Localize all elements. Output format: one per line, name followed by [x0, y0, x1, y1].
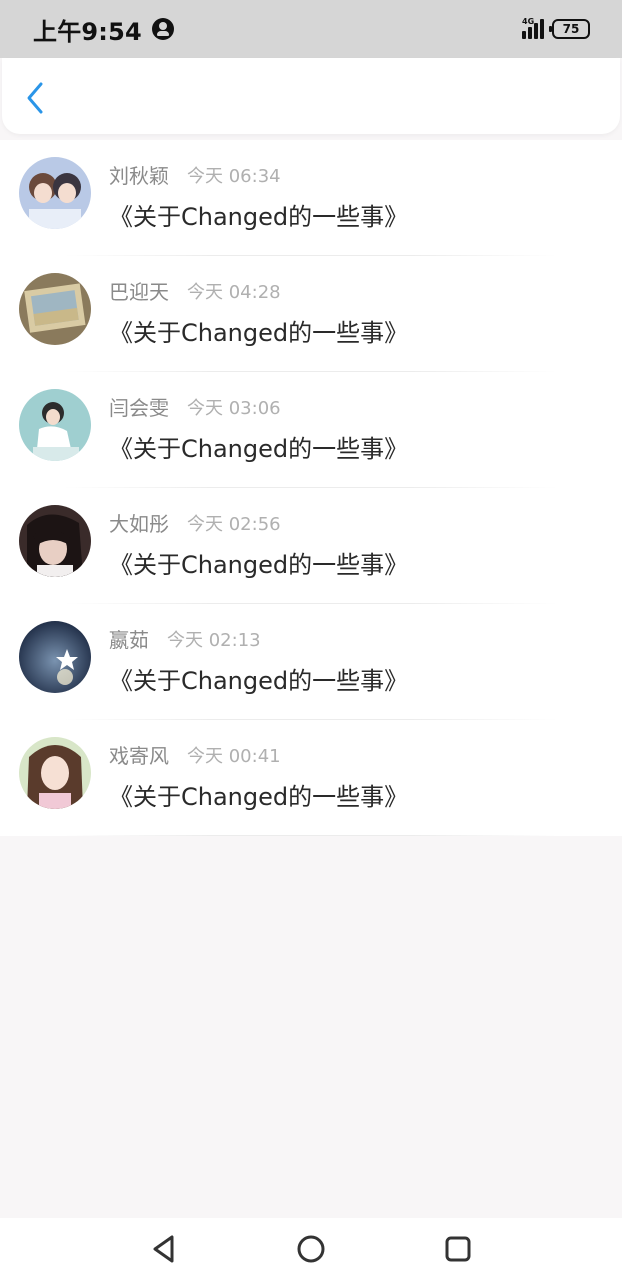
list-item[interactable]: 刘秋颖 今天 06:34 《关于Changed的一些事》 [0, 140, 622, 256]
network-type: 4G [522, 17, 535, 26]
circle-home-icon [297, 1235, 325, 1263]
avatar-image [19, 505, 91, 577]
screen: 上午9:54 4G 75 刘秋颖 今天 06:34 《关于Changed的一些事… [0, 0, 622, 1280]
navigation-bar [0, 1218, 622, 1280]
nav-home-button[interactable] [291, 1229, 331, 1269]
header [2, 58, 620, 134]
avatar[interactable] [19, 157, 91, 229]
list-item[interactable]: 戏寄风 今天 00:41 《关于Changed的一些事》 [0, 720, 622, 836]
name-line: 刘秋颖 今天 06:34 [109, 160, 281, 189]
back-button[interactable] [20, 80, 50, 116]
message-title: 《关于Changed的一些事》 [109, 667, 409, 695]
message-title: 《关于Changed的一些事》 [109, 319, 409, 347]
avatar-image [19, 157, 91, 229]
name-line: 闫会雯 今天 03:06 [109, 392, 281, 421]
message-list: 刘秋颖 今天 06:34 《关于Changed的一些事》 巴迎天 今天 04:2… [0, 140, 622, 836]
list-item[interactable]: 大如彤 今天 02:56 《关于Changed的一些事》 [0, 488, 622, 604]
avatar[interactable] [19, 737, 91, 809]
signal-bar [534, 23, 538, 39]
status-time: 上午9:54 [33, 17, 142, 46]
chevron-left-icon [27, 82, 43, 114]
timestamp: 今天 02:56 [187, 513, 281, 535]
timestamp: 今天 02:13 [167, 629, 261, 651]
avatar-image [19, 737, 91, 809]
nav-recents-button[interactable] [438, 1229, 478, 1269]
message-title: 《关于Changed的一些事》 [109, 203, 409, 231]
status-left: 上午9:54 [33, 12, 174, 47]
timestamp: 今天 03:06 [187, 397, 281, 419]
avatar[interactable] [19, 505, 91, 577]
list-item[interactable]: 嬴茹 今天 02:13 《关于Changed的一些事》 [0, 604, 622, 720]
triangle-back-icon [153, 1235, 174, 1263]
avatar-image [19, 389, 91, 461]
battery-icon: 75 [549, 19, 590, 39]
timestamp: 今天 04:28 [187, 281, 281, 303]
status-bar: 上午9:54 4G 75 [0, 0, 622, 58]
user-name: 闫会雯 [109, 396, 169, 420]
user-name: 嬴茹 [109, 628, 149, 652]
name-line: 嬴茹 今天 02:13 [109, 624, 261, 653]
avatar-image [19, 273, 91, 345]
message-title: 《关于Changed的一些事》 [109, 435, 409, 463]
list-item[interactable]: 巴迎天 今天 04:28 《关于Changed的一些事》 [0, 256, 622, 372]
user-name: 刘秋颖 [109, 164, 169, 188]
account-icon [151, 18, 174, 40]
name-line: 戏寄风 今天 00:41 [109, 740, 281, 769]
list-item[interactable]: 闫会雯 今天 03:06 《关于Changed的一些事》 [0, 372, 622, 488]
name-line: 巴迎天 今天 04:28 [109, 276, 281, 305]
message-title: 《关于Changed的一些事》 [109, 783, 409, 811]
avatar-image [19, 621, 91, 693]
battery-level: 75 [562, 22, 580, 36]
timestamp: 今天 00:41 [187, 745, 281, 767]
user-name: 戏寄风 [109, 744, 169, 768]
status-right: 4G 75 [522, 17, 590, 39]
signal-icon: 4G [522, 17, 544, 39]
user-name: 巴迎天 [109, 280, 169, 304]
avatar[interactable] [19, 389, 91, 461]
signal-bar [522, 31, 526, 39]
avatar[interactable] [19, 621, 91, 693]
name-line: 大如彤 今天 02:56 [109, 508, 281, 537]
user-name: 大如彤 [109, 512, 169, 536]
divider [64, 835, 558, 836]
message-title: 《关于Changed的一些事》 [109, 551, 409, 579]
timestamp: 今天 06:34 [187, 165, 281, 187]
signal-bar [540, 19, 544, 39]
avatar[interactable] [19, 273, 91, 345]
signal-bar [528, 27, 532, 39]
nav-back-button[interactable] [144, 1229, 184, 1269]
square-recents-icon [445, 1236, 471, 1262]
